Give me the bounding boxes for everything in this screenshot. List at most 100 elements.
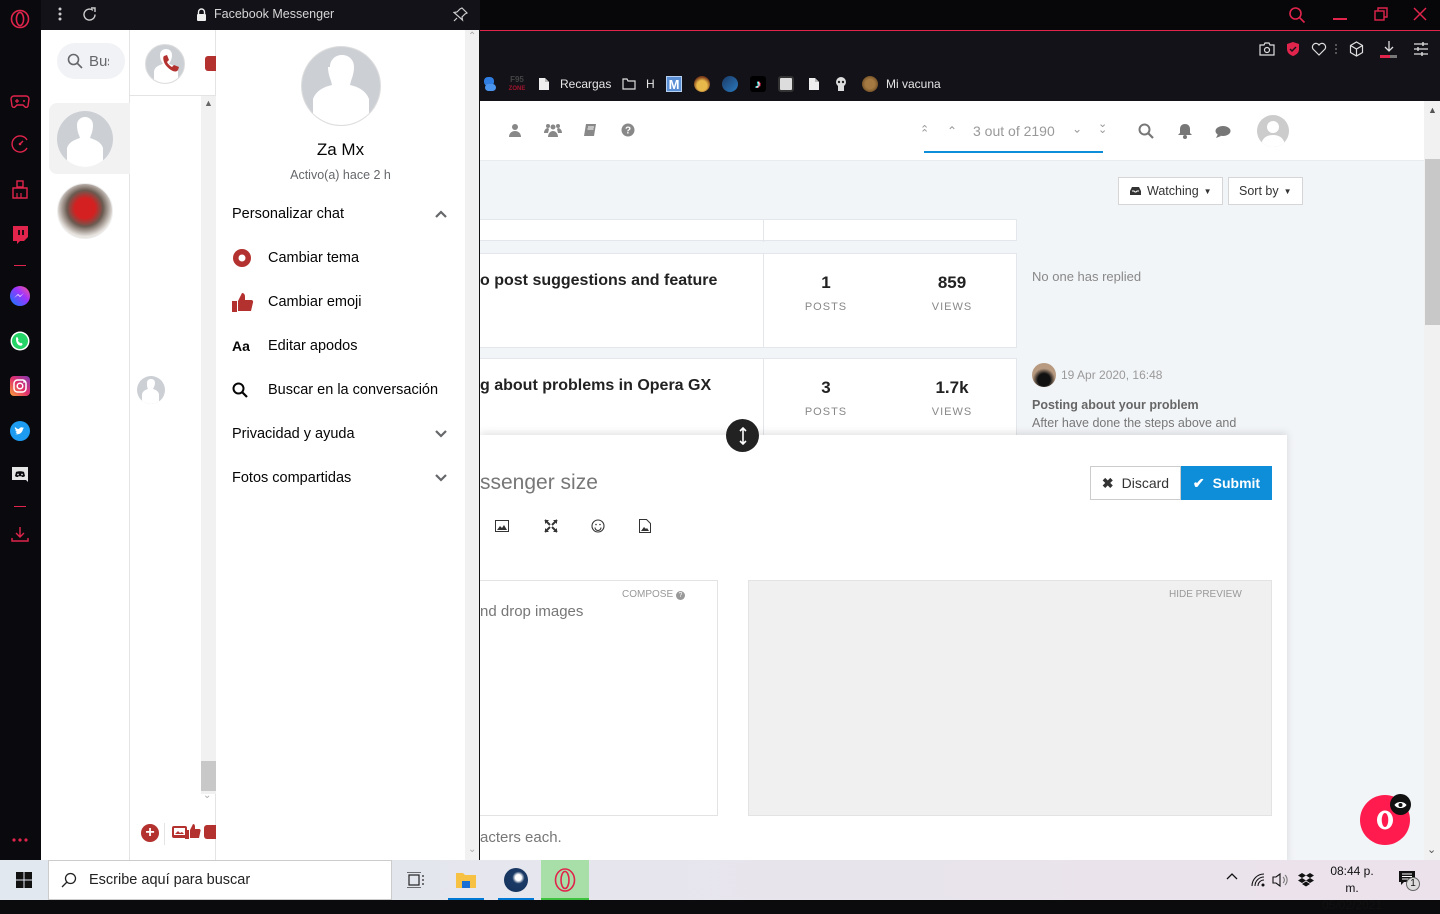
minimize-icon[interactable] bbox=[1333, 18, 1347, 20]
discard-button[interactable]: ✖ Discard bbox=[1090, 466, 1181, 500]
image-file-icon[interactable] bbox=[639, 519, 651, 533]
pin-icon[interactable] bbox=[453, 7, 468, 22]
bookmark-skull[interactable] bbox=[835, 75, 847, 93]
help-icon[interactable]: ? bbox=[675, 591, 685, 600]
opera-gx-taskbar-button[interactable] bbox=[541, 860, 589, 900]
bookmark-folder-h[interactable]: H bbox=[622, 75, 655, 93]
scroll-down-icon[interactable]: ⌄ bbox=[203, 790, 211, 801]
messenger-icon[interactable] bbox=[10, 286, 30, 306]
submit-button[interactable]: ✔ Submit bbox=[1181, 466, 1272, 500]
network-icon[interactable] bbox=[1250, 872, 1266, 888]
sticker-icon[interactable] bbox=[204, 825, 216, 839]
phone-icon[interactable] bbox=[160, 54, 180, 74]
scroll-up-icon[interactable]: ⌃ bbox=[468, 31, 476, 42]
scroll-up-icon[interactable]: ▲ bbox=[1428, 105, 1437, 115]
topic-title[interactable]: o post suggestions and feature bbox=[480, 272, 717, 290]
menu-item-edit-nicknames[interactable]: Aa Editar apodos bbox=[232, 334, 447, 358]
details-scrollbar[interactable]: ⌃ ⌄ bbox=[465, 30, 480, 860]
discord-icon[interactable] bbox=[10, 466, 30, 486]
twitch-icon[interactable] bbox=[10, 225, 30, 245]
more-icon[interactable] bbox=[10, 830, 30, 850]
bookmark-trollface[interactable] bbox=[778, 75, 794, 93]
twitter-icon[interactable] bbox=[10, 421, 30, 441]
messenger-search-input[interactable]: Bus bbox=[57, 43, 125, 79]
downloads-icon[interactable] bbox=[10, 524, 30, 544]
scroll-up-icon[interactable]: ▲ bbox=[204, 98, 213, 108]
steam-taskbar-button[interactable] bbox=[492, 860, 540, 900]
section-customize-chat[interactable]: Personalizar chat bbox=[232, 202, 447, 226]
dropbox-icon[interactable] bbox=[1297, 872, 1315, 888]
notification-center[interactable]: 1 bbox=[1398, 870, 1420, 891]
taskbar-search-input[interactable]: Escribe aquí para buscar bbox=[48, 860, 392, 900]
speed-dial-icon[interactable] bbox=[10, 134, 30, 154]
bookmark-f95[interactable]: F95 ZONE bbox=[508, 75, 526, 93]
section-privacy-help[interactable]: Privacidad y ayuda bbox=[232, 422, 447, 446]
more-vertical-icon[interactable] bbox=[58, 7, 62, 21]
heart-icon[interactable] bbox=[1311, 42, 1327, 56]
thumbs-up-icon[interactable] bbox=[185, 823, 201, 839]
bookmark-m[interactable]: M bbox=[666, 75, 682, 93]
scroll-down-icon[interactable]: ⌄ bbox=[468, 844, 476, 855]
image-icon[interactable] bbox=[495, 520, 509, 532]
download-icon[interactable] bbox=[1380, 40, 1398, 58]
bookmark-tiktok[interactable]: ♪ bbox=[750, 75, 766, 93]
conversation-item-avatar[interactable] bbox=[57, 183, 113, 239]
menu-item-change-theme[interactable]: Cambiar tema bbox=[232, 246, 447, 270]
instagram-icon[interactable] bbox=[10, 376, 30, 396]
last-reply-time[interactable]: 19 Apr 2020, 16:48 bbox=[1061, 368, 1162, 382]
vpn-shield-icon[interactable] bbox=[1286, 41, 1300, 57]
book-icon[interactable] bbox=[583, 123, 599, 139]
restore-icon[interactable] bbox=[1374, 7, 1388, 21]
fullscreen-icon[interactable] bbox=[544, 519, 558, 533]
bookmark-mi-vacuna[interactable]: Mi vacuna bbox=[862, 75, 941, 93]
page-scrollbar[interactable]: ▲ ⌄ bbox=[1424, 101, 1440, 860]
search-icon[interactable] bbox=[1138, 123, 1154, 139]
sort-by-button[interactable]: Sort by ▼ bbox=[1228, 177, 1303, 205]
reply-avatar[interactable] bbox=[1032, 363, 1056, 387]
volume-icon[interactable] bbox=[1272, 872, 1290, 888]
reload-icon[interactable] bbox=[82, 7, 97, 22]
video-call-icon[interactable] bbox=[205, 56, 216, 71]
close-icon[interactable] bbox=[1413, 7, 1427, 21]
show-hidden-icons[interactable] bbox=[1226, 872, 1238, 880]
compose-textarea[interactable]: COMPOSE ? nd drop images bbox=[480, 580, 718, 816]
search-icon[interactable] bbox=[1288, 6, 1306, 24]
groups-icon[interactable] bbox=[544, 123, 562, 139]
last-reply-title[interactable]: Posting about your problem bbox=[1032, 398, 1199, 412]
watching-button[interactable]: Watching ▼ bbox=[1118, 177, 1223, 205]
contact-avatar[interactable] bbox=[301, 46, 381, 126]
hide-preview-link[interactable]: HIDE PREVIEW bbox=[1169, 589, 1242, 600]
bookmark-page[interactable] bbox=[808, 75, 820, 93]
scrollbar-thumb[interactable] bbox=[1425, 159, 1440, 325]
menu-item-search-conversation[interactable]: Buscar en la conversación bbox=[232, 378, 447, 402]
scroll-down-icon[interactable]: ⌄ bbox=[1427, 843, 1436, 856]
help-icon[interactable]: ? bbox=[621, 123, 637, 139]
scrollbar-thumb[interactable] bbox=[201, 761, 216, 791]
gx-control-icon[interactable] bbox=[10, 91, 30, 111]
bookmark-recargas[interactable]: Recargas bbox=[538, 75, 611, 93]
section-shared-photos[interactable]: Fotos compartidas bbox=[232, 466, 447, 490]
cube-icon[interactable] bbox=[1349, 41, 1364, 57]
bookmark-cloud[interactable] bbox=[483, 75, 497, 93]
chat-icon[interactable] bbox=[1215, 125, 1231, 138]
camera-icon[interactable] bbox=[1259, 42, 1275, 56]
opera-logo-icon[interactable] bbox=[10, 9, 30, 29]
bookmark-character[interactable] bbox=[694, 75, 710, 93]
easy-setup-icon[interactable] bbox=[1413, 42, 1429, 56]
menu-item-change-emoji[interactable]: Cambiar emoji bbox=[232, 290, 447, 314]
last-page-icon[interactable]: ⌃ ⌃ bbox=[1098, 116, 1107, 134]
user-avatar[interactable] bbox=[1257, 115, 1289, 147]
bell-icon[interactable] bbox=[1178, 123, 1192, 139]
start-button[interactable] bbox=[0, 860, 48, 900]
topic-card[interactable]: o post suggestions and feature 1 POSTS 8… bbox=[480, 253, 1017, 348]
emoji-icon[interactable] bbox=[591, 519, 605, 533]
bookmark-steam[interactable] bbox=[722, 75, 738, 93]
chevron-right-icon[interactable]: › bbox=[480, 123, 490, 139]
resize-handle[interactable] bbox=[726, 419, 759, 452]
cleaner-icon[interactable] bbox=[10, 180, 30, 200]
task-view-button[interactable] bbox=[392, 860, 440, 900]
add-icon[interactable]: + bbox=[141, 824, 159, 842]
next-page-icon[interactable]: ⌃ bbox=[1072, 121, 1082, 135]
user-icon[interactable] bbox=[508, 123, 524, 139]
clock[interactable]: 08:44 p. m. 05/02/2021 bbox=[1322, 863, 1382, 914]
